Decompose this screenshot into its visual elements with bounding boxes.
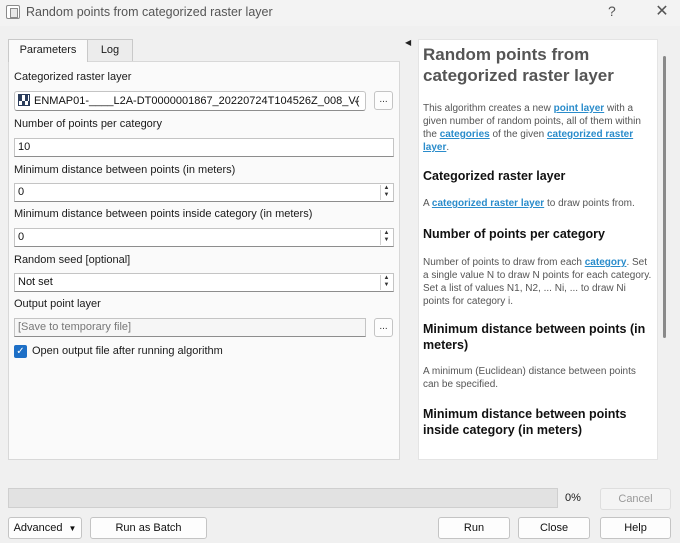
title-bar: Random points from categorized raster la… — [0, 0, 680, 26]
raster-layer-icon — [18, 94, 30, 106]
help-content: Random points from categorized raster la… — [423, 40, 653, 438]
advanced-label: Advanced — [13, 522, 63, 534]
help-button[interactable]: Help — [600, 517, 671, 539]
run-button[interactable]: Run — [438, 517, 510, 539]
random-seed-spinner[interactable]: ▲ ▼ — [380, 275, 392, 290]
help-section-raster-text: A categorized raster layer to draw point… — [423, 198, 635, 209]
open-output-label[interactable]: Open output file after running algorithm — [32, 345, 223, 357]
spin-down-icon[interactable]: ▼ — [381, 237, 392, 244]
help-section-raster: Categorized raster layer — [423, 169, 566, 183]
progress-label: 0% — [565, 492, 581, 504]
points-label: Number of points per category — [14, 118, 162, 130]
tab-parameters[interactable]: Parameters — [8, 39, 88, 62]
min-distance-category-input[interactable]: 0 ▲ ▼ — [14, 228, 394, 247]
chevron-down-icon: ⌄ — [352, 95, 361, 106]
tab-log[interactable]: Log — [88, 39, 133, 61]
min-distance-value: 0 — [18, 186, 25, 198]
raster-layer-label: Categorized raster layer — [14, 71, 132, 83]
help-pane: Random points from categorized raster la… — [418, 39, 658, 460]
spin-down-icon[interactable]: ▼ — [381, 192, 392, 199]
checkmark-icon: ✓ — [16, 346, 25, 357]
random-seed-input[interactable]: Not set ▲ ▼ — [14, 273, 394, 292]
app-icon — [6, 5, 20, 19]
categories-link[interactable]: categories — [440, 129, 490, 140]
batch-process-button[interactable]: Run as Batch Process... — [90, 517, 207, 543]
cancel-button[interactable]: Cancel — [600, 488, 671, 510]
advanced-button[interactable]: Advanced ▼ — [8, 517, 82, 539]
spin-up-icon[interactable]: ▲ — [381, 275, 392, 282]
spin-down-icon[interactable]: ▼ — [381, 282, 392, 289]
parameters-panel: Categorized raster layer ENMAP01-____L2A… — [8, 61, 400, 460]
help-section-min-distance: Minimum distance between points (in mete… — [423, 322, 646, 352]
raster-layer-combo[interactable]: ENMAP01-____L2A-DT0000001867_20220724T10… — [14, 91, 366, 111]
min-distance-category-label: Minimum distance between points inside c… — [14, 208, 313, 220]
output-layer-input[interactable]: [Save to temporary file] — [14, 318, 366, 337]
raster-browse-button[interactable]: ... — [374, 91, 393, 110]
min-distance-category-value: 0 — [18, 231, 25, 243]
categorized-raster-link-2[interactable]: categorized raster layer — [432, 198, 544, 209]
points-per-category-input[interactable]: 10 — [14, 138, 394, 157]
category-link[interactable]: category — [585, 257, 627, 268]
dropdown-arrow-icon: ▼ — [68, 524, 77, 533]
window-title: Random points from categorized raster la… — [26, 5, 273, 19]
spin-up-icon[interactable]: ▲ — [381, 185, 392, 192]
collapse-arrow-icon[interactable]: ◀ — [405, 38, 411, 47]
spin-up-icon[interactable]: ▲ — [381, 230, 392, 237]
help-section-points: Number of points per category — [423, 227, 605, 241]
raster-layer-value: ENMAP01-____L2A-DT0000001867_20220724T10… — [34, 95, 360, 107]
min-distance-input[interactable]: 0 ▲ ▼ — [14, 183, 394, 202]
output-layer-label: Output point layer — [14, 298, 101, 310]
help-scrollbar[interactable] — [663, 56, 666, 338]
window-help-button[interactable]: ? — [608, 3, 616, 19]
help-section-min-distance-text: A minimum (Euclidean) distance between p… — [423, 366, 636, 390]
help-section-min-distance-category: Minimum distance between points inside c… — [423, 407, 627, 437]
close-button[interactable]: Close — [518, 517, 590, 539]
help-section-points-text: Number of points to draw from each categ… — [423, 257, 652, 307]
help-title: Random points from categorized raster la… — [423, 45, 614, 85]
point-layer-link[interactable]: point layer — [554, 103, 605, 114]
open-output-checkbox[interactable]: ✓ — [14, 345, 27, 358]
min-distance-spinner[interactable]: ▲ ▼ — [380, 185, 392, 200]
min-distance-category-spinner[interactable]: ▲ ▼ — [380, 230, 392, 245]
min-distance-label: Minimum distance between points (in mete… — [14, 164, 236, 176]
output-browse-button[interactable]: ... — [374, 318, 393, 337]
help-intro: This algorithm creates a new point layer… — [423, 103, 641, 153]
progress-bar — [8, 488, 558, 508]
window-close-button[interactable]: ✕ — [652, 2, 672, 22]
random-seed-value: Not set — [18, 276, 53, 288]
random-seed-label: Random seed [optional] — [14, 254, 131, 266]
